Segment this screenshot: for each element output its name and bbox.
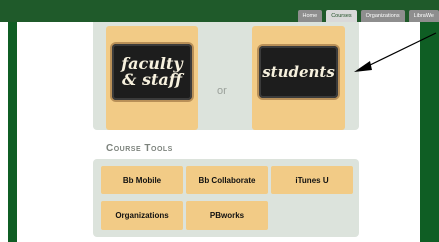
left-border-strip xyxy=(8,22,17,242)
organizations-button[interactable]: Organizations xyxy=(101,201,183,230)
pbworks-button[interactable]: PBworks xyxy=(186,201,268,230)
tab-organizations[interactable]: Organizations xyxy=(360,10,405,22)
nav-tabs: Home Courses Organizations LibraWe xyxy=(297,10,439,22)
or-separator: or xyxy=(217,85,227,97)
tab-library[interactable]: LibraWe xyxy=(408,10,439,22)
students-chalkboard-button[interactable]: students xyxy=(259,46,338,98)
faculty-label-line2: & staff xyxy=(121,70,182,89)
right-border-strip xyxy=(420,22,439,242)
top-nav-bar: Home Courses Organizations LibraWe xyxy=(0,0,439,22)
faculty-staff-chalkboard-button[interactable]: faculty & staff xyxy=(112,44,192,100)
students-label: students xyxy=(262,63,335,81)
bb-collaborate-button[interactable]: Bb Collaborate xyxy=(186,166,268,194)
bb-mobile-button[interactable]: Bb Mobile xyxy=(101,166,183,194)
tab-courses[interactable]: Courses xyxy=(326,10,357,22)
course-tools-heading: Course Tools xyxy=(106,143,173,154)
tab-home[interactable]: Home xyxy=(297,10,323,22)
itunes-u-button[interactable]: iTunes U xyxy=(271,166,353,194)
